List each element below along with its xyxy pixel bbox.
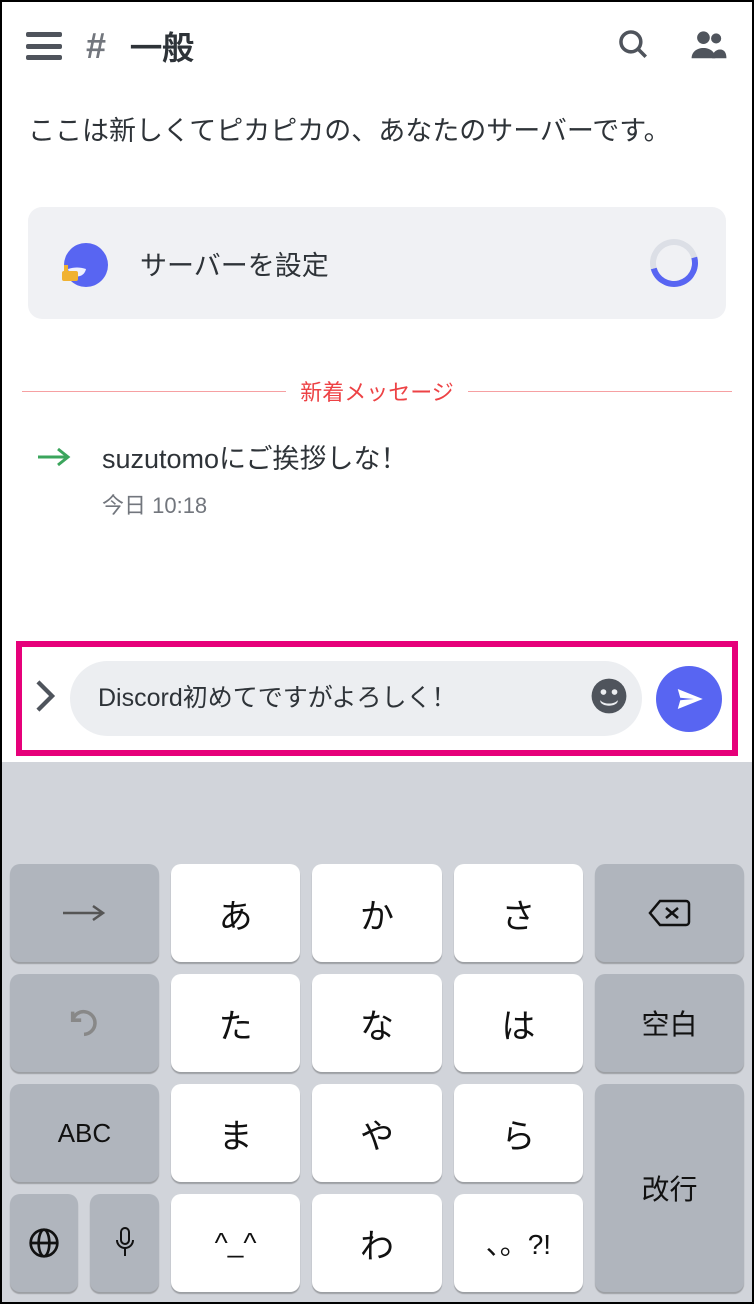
system-message-time: 今日 10:18 — [102, 488, 408, 520]
key-ra[interactable]: ら — [454, 1084, 583, 1182]
system-message-text: suzutomoにご挨拶しな！ — [102, 437, 408, 476]
keyboard-suggestion-bar[interactable] — [10, 774, 744, 852]
loading-spinner-icon — [641, 230, 707, 296]
key-abc[interactable]: ABC — [10, 1084, 159, 1182]
hash-icon: # — [86, 25, 106, 67]
key-space[interactable]: 空白 — [595, 974, 744, 1072]
key-undo[interactable] — [10, 974, 159, 1072]
members-icon[interactable] — [690, 27, 728, 66]
keyboard: あ か さ た な は 空白 ABC ま や ら 改行 ^_^ わ 、。?! — [2, 762, 752, 1302]
join-arrow-icon — [36, 445, 72, 474]
key-ta[interactable]: た — [171, 974, 300, 1072]
emoji-icon[interactable] — [590, 677, 628, 720]
server-icon — [56, 235, 112, 291]
key-ka[interactable]: か — [312, 864, 441, 962]
key-sa[interactable]: さ — [454, 864, 583, 962]
expand-composer-icon[interactable] — [28, 679, 62, 718]
key-next[interactable] — [10, 864, 159, 962]
message-input[interactable]: Discord初めてですがよろしく！ — [70, 661, 642, 736]
key-na[interactable]: な — [312, 974, 441, 1072]
key-mic[interactable] — [90, 1194, 158, 1292]
key-return[interactable]: 改行 — [595, 1084, 744, 1292]
message-input-text: Discord初めてですがよろしく！ — [98, 680, 576, 716]
search-icon[interactable] — [616, 27, 650, 66]
key-punct[interactable]: 、。?! — [454, 1194, 583, 1292]
key-kaomoji[interactable]: ^_^ — [171, 1194, 300, 1292]
key-ma[interactable]: ま — [171, 1084, 300, 1182]
new-messages-divider: 新着メッセージ — [22, 375, 732, 407]
setup-server-label: サーバーを設定 — [140, 244, 622, 283]
key-globe[interactable] — [10, 1194, 78, 1292]
key-wa[interactable]: わ — [312, 1194, 441, 1292]
channel-header: # 一般 — [2, 2, 752, 90]
new-messages-label: 新着メッセージ — [300, 375, 454, 407]
key-ha[interactable]: は — [454, 974, 583, 1072]
setup-server-card[interactable]: サーバーを設定 — [28, 207, 726, 319]
composer-highlight: Discord初めてですがよろしく！ — [16, 641, 738, 756]
channel-name: 一般 — [130, 23, 592, 69]
menu-icon[interactable] — [26, 32, 62, 60]
channel-content: ここは新しくてピカピカの、あなたのサーバーです。 サーバーを設定 新着メッセージ… — [2, 90, 752, 631]
system-message: suzutomoにご挨拶しな！ 今日 10:18 — [22, 427, 732, 540]
send-button[interactable] — [656, 666, 722, 732]
key-backspace[interactable] — [595, 864, 744, 962]
key-ya[interactable]: や — [312, 1084, 441, 1182]
welcome-text: ここは新しくてピカピカの、あなたのサーバーです。 — [22, 110, 732, 183]
key-a[interactable]: あ — [171, 864, 300, 962]
